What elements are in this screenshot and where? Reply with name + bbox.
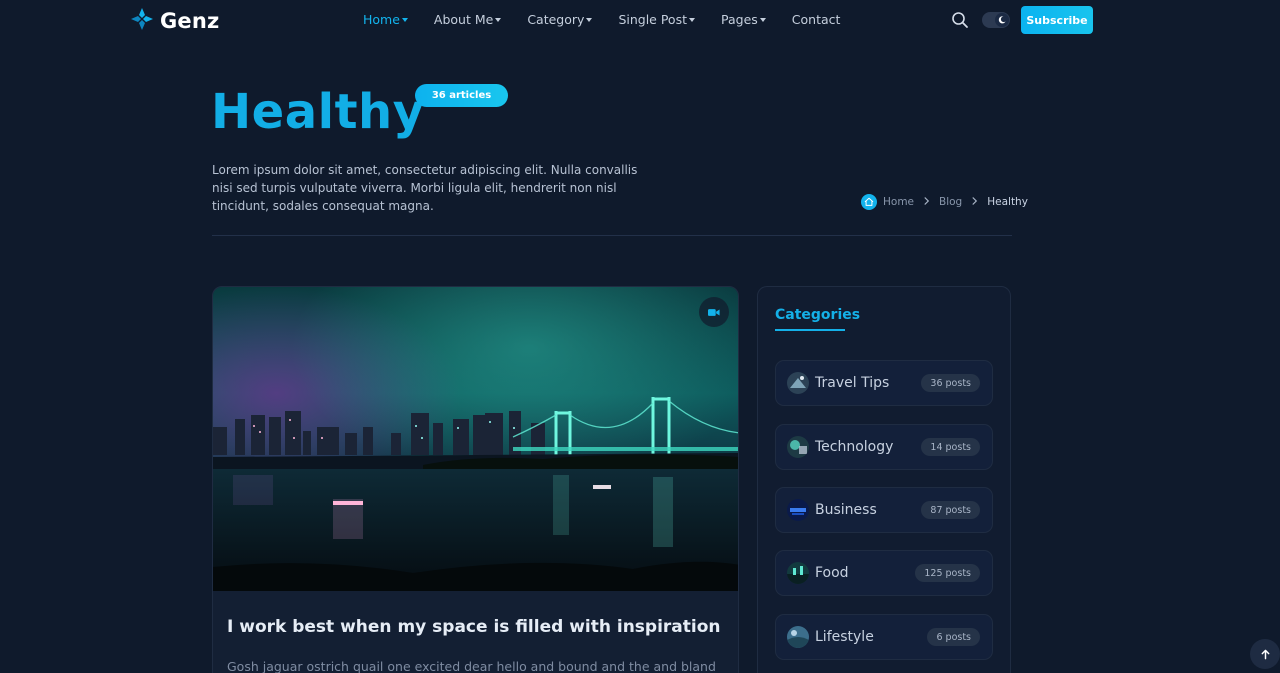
widget-title: Categories xyxy=(775,307,861,323)
logo-text: Genz xyxy=(160,9,220,33)
nav-item-single-post[interactable]: Single Post xyxy=(618,12,695,27)
category-item-business[interactable]: Business 87 posts xyxy=(775,487,993,533)
category-label: Travel Tips xyxy=(815,375,890,391)
caret-down-icon xyxy=(586,18,593,22)
nav-item-contact[interactable]: Contact xyxy=(792,12,841,27)
categories-widget: Categories Travel Tips 36 posts Technolo… xyxy=(757,286,1011,673)
nav-item-label: Category xyxy=(527,12,585,27)
category-label: Business xyxy=(815,502,877,518)
category-item-travel-tips[interactable]: Travel Tips 36 posts xyxy=(775,360,993,406)
search-icon[interactable] xyxy=(951,11,969,29)
nav-item-label: Home xyxy=(363,12,400,27)
category-item-food[interactable]: Food 125 posts xyxy=(775,550,993,596)
category-count: 125 posts xyxy=(915,564,980,582)
category-label: Food xyxy=(815,565,849,581)
category-count: 36 posts xyxy=(921,374,980,392)
caret-down-icon xyxy=(401,18,408,22)
nav-item-label: Single Post xyxy=(618,12,687,27)
category-thumbnail xyxy=(787,499,809,521)
nav-item-label: About Me xyxy=(433,12,494,27)
breadcrumb: Home Blog Healthy xyxy=(861,194,1028,210)
category-thumbnail xyxy=(787,562,809,584)
nav-item-category[interactable]: Category xyxy=(527,12,593,27)
caret-down-icon xyxy=(759,18,766,22)
category-label: Technology xyxy=(815,439,894,455)
subscribe-button[interactable]: Subscribe xyxy=(1021,6,1093,34)
video-icon[interactable] xyxy=(699,297,729,327)
post-image[interactable] xyxy=(213,287,738,591)
post-excerpt: Gosh jaguar ostrich quail one excited de… xyxy=(227,659,716,673)
category-count: 87 posts xyxy=(921,501,980,519)
nav-item-pages[interactable]: Pages xyxy=(721,12,766,27)
category-count: 14 posts xyxy=(921,438,980,456)
header-divider xyxy=(212,235,1012,236)
chevron-right-icon xyxy=(923,195,930,209)
arrow-up-icon xyxy=(1260,645,1271,664)
category-thumbnail xyxy=(787,626,809,648)
category-thumbnail xyxy=(787,436,809,458)
breadcrumb-home[interactable]: Home xyxy=(883,196,914,208)
back-to-top-button[interactable] xyxy=(1250,639,1280,669)
navbar: Genz Home About Me Category Single Post … xyxy=(0,0,1280,40)
nav-item-about-me[interactable]: About Me xyxy=(433,12,502,27)
page-title: Healthy xyxy=(211,84,425,140)
chevron-right-icon xyxy=(971,195,978,209)
nav-item-home[interactable]: Home xyxy=(363,12,408,27)
category-item-lifestyle[interactable]: Lifestyle 6 posts xyxy=(775,614,993,660)
caret-down-icon xyxy=(495,18,502,22)
category-label: Lifestyle xyxy=(815,629,874,645)
caret-down-icon xyxy=(689,18,695,22)
article-count-badge: 36 articles xyxy=(415,84,508,107)
nav-item-label: Contact xyxy=(791,12,841,27)
post-title[interactable]: I work best when my space is filled with… xyxy=(227,617,721,637)
post-card: I work best when my space is filled with… xyxy=(212,286,739,673)
logo-icon xyxy=(130,7,154,35)
logo[interactable]: Genz xyxy=(130,7,219,35)
theme-toggle[interactable] xyxy=(982,12,1010,28)
moon-icon xyxy=(995,13,1009,27)
breadcrumb-current: Healthy xyxy=(987,196,1028,208)
nav-item-label: Pages xyxy=(721,12,758,27)
category-item-technology[interactable]: Technology 14 posts xyxy=(775,424,993,470)
breadcrumb-blog[interactable]: Blog xyxy=(939,196,962,208)
category-description: Lorem ipsum dolor sit amet, consectetur … xyxy=(212,163,638,213)
main-nav: Home About Me Category Single Post Pages… xyxy=(363,12,866,27)
category-count: 6 posts xyxy=(927,628,980,646)
category-thumbnail xyxy=(787,372,809,394)
home-icon[interactable] xyxy=(861,194,877,210)
title-underline xyxy=(775,329,845,331)
